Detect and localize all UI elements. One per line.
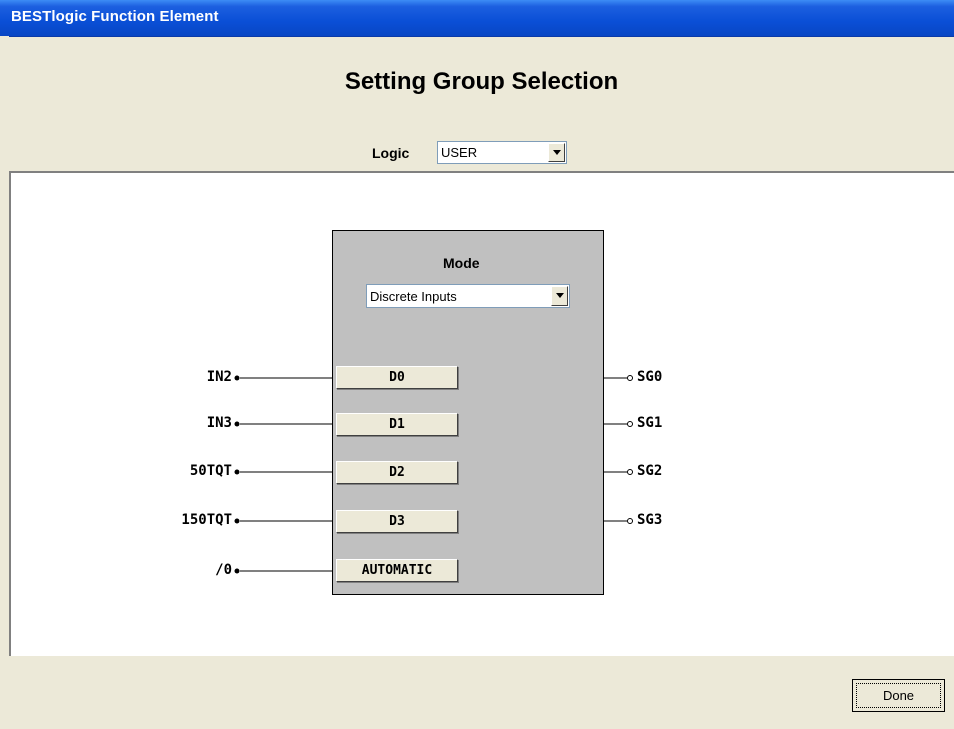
d1-button[interactable]: D1 <box>336 413 458 436</box>
input-dot-icon <box>234 375 240 381</box>
output-circle-icon <box>627 421 633 427</box>
output-circle-icon <box>627 518 633 524</box>
input-label-automatic: /0 <box>215 562 232 578</box>
d3-button[interactable]: D3 <box>336 510 458 533</box>
mode-select[interactable]: Discrete Inputs <box>366 284 570 308</box>
output-label-sg3: SG3 <box>637 512 663 528</box>
chevron-down-icon[interactable] <box>551 286 568 306</box>
input-dot-icon <box>234 469 240 475</box>
input-label-50tqt: 50TQT <box>189 463 232 479</box>
output-label-sg2: SG2 <box>637 463 663 479</box>
mode-label: Mode <box>443 255 480 271</box>
function-block: Mode Discrete Inputs D0 D1 D2 D3 AUTOMAT… <box>332 230 604 595</box>
automatic-button[interactable]: AUTOMATIC <box>336 559 458 582</box>
input-label-in3: IN3 <box>206 415 232 431</box>
output-circle-icon <box>627 469 633 475</box>
d0-button[interactable]: D0 <box>336 366 458 389</box>
input-label-in2: IN2 <box>206 369 232 385</box>
input-dot-icon <box>234 518 240 524</box>
output-label-sg1: SG1 <box>637 415 663 431</box>
mode-select-value: Discrete Inputs <box>370 289 457 304</box>
done-button[interactable]: Done <box>852 679 945 712</box>
output-label-sg0: SG0 <box>637 369 663 385</box>
footer-panel: Done <box>9 656 954 729</box>
output-circle-icon <box>627 375 633 381</box>
d2-button[interactable]: D2 <box>336 461 458 484</box>
input-dot-icon <box>234 421 240 427</box>
input-label-150tqt: 150TQT <box>181 512 232 528</box>
input-dot-icon <box>234 568 240 574</box>
